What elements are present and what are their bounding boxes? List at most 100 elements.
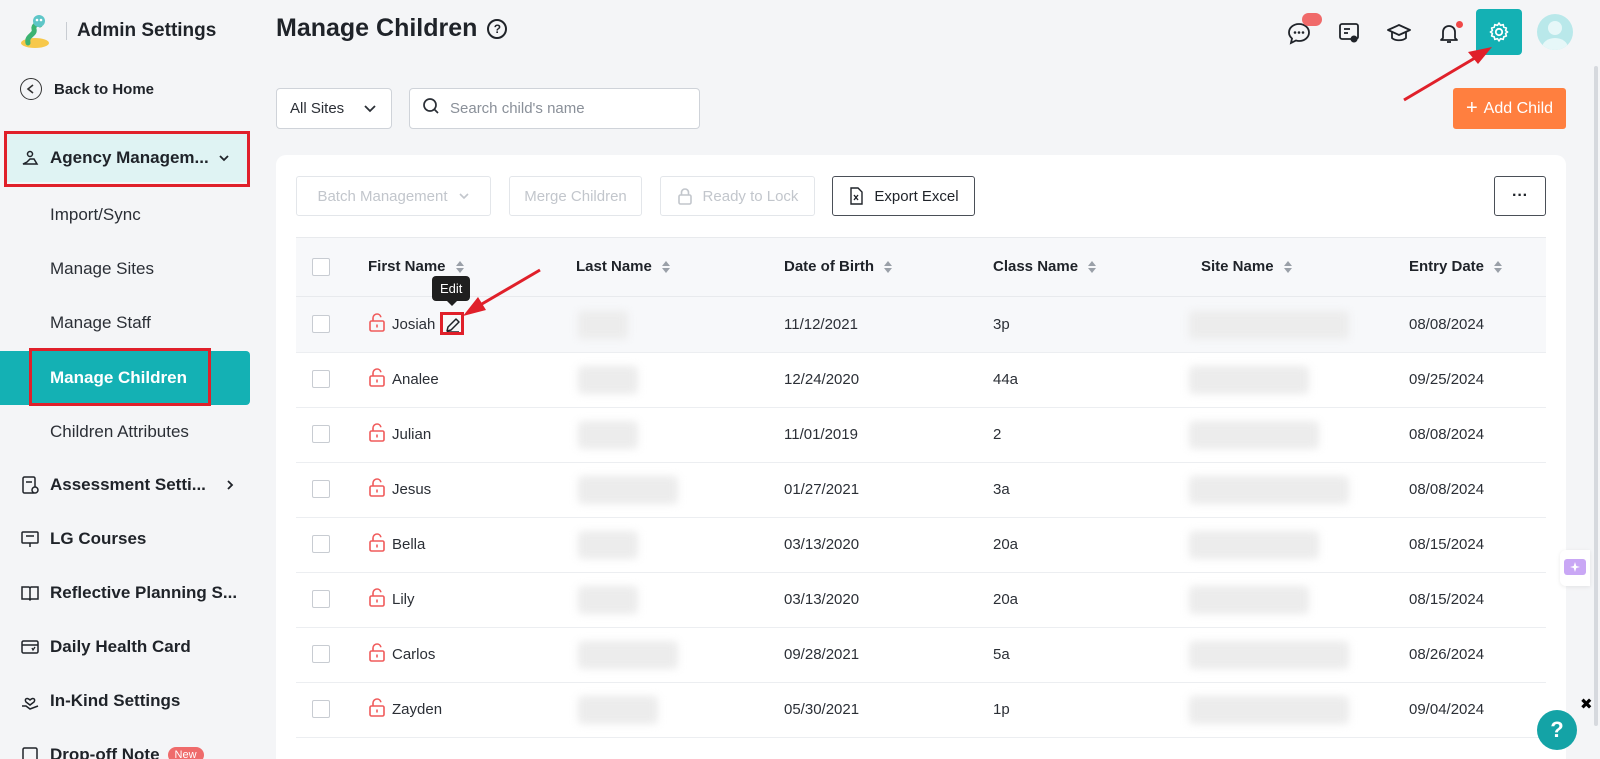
table-row[interactable]: Analee 12/24/2020 44a 09/25/2024 [296, 352, 1546, 408]
chevron-down-icon [363, 101, 377, 119]
export-excel-button[interactable]: Export Excel [832, 176, 975, 216]
header-date-of-birth[interactable]: Date of Birth [784, 258, 892, 275]
more-options-button[interactable]: ··· [1494, 176, 1546, 216]
header-site-name[interactable]: Site Name [1201, 258, 1292, 275]
unlock-icon[interactable] [368, 697, 386, 722]
new-badge: New [167, 747, 204, 759]
sidebar-item-assessment-settings[interactable]: Assessment Setti... [0, 461, 254, 509]
cell-class-name: 20a [993, 591, 1019, 608]
cell-entry-date: 08/08/2024 [1409, 316, 1485, 333]
sort-icon [884, 260, 892, 273]
redacted-site-name [1189, 641, 1349, 669]
sidebar-item-drop-off-note[interactable]: Drop-off Note New [0, 731, 254, 759]
row-checkbox[interactable] [312, 590, 330, 608]
row-checkbox[interactable] [312, 370, 330, 388]
redacted-site-name [1189, 531, 1319, 559]
cell-date-of-birth: 11/12/2021 [784, 316, 858, 333]
back-to-home-link[interactable]: Back to Home [20, 78, 154, 100]
table-row[interactable]: Carlos 09/28/2021 5a 08/26/2024 [296, 627, 1546, 683]
table-row[interactable]: Zayden 05/30/2021 1p 09/04/2024 [296, 682, 1546, 738]
search-box[interactable] [409, 88, 700, 129]
note-icon [20, 745, 40, 759]
site-select[interactable]: All Sites [276, 88, 392, 129]
import-sync-label: Import/Sync [50, 205, 141, 224]
table-row[interactable]: Jesus 01/27/2021 3a 08/08/2024 [296, 462, 1546, 518]
unlock-icon[interactable] [368, 642, 386, 667]
unlock-icon[interactable] [368, 532, 386, 557]
row-checkbox[interactable] [312, 480, 330, 498]
sidebar-item-agency-management[interactable]: Agency Managem... [6, 134, 248, 182]
row-checkbox[interactable] [312, 425, 330, 443]
row-checkbox[interactable] [312, 700, 330, 718]
header-last-name[interactable]: Last Name [576, 258, 670, 275]
chat-icon[interactable] [1276, 10, 1322, 56]
ready-to-lock-button[interactable]: Ready to Lock [660, 176, 815, 216]
select-all-checkbox[interactable] [312, 258, 330, 276]
close-icon[interactable]: ✖ [1580, 695, 1593, 713]
table-row[interactable]: Bella 03/13/2020 20a 08/15/2024 [296, 517, 1546, 573]
row-checkbox[interactable] [312, 315, 330, 333]
edit-icon[interactable] [444, 316, 462, 334]
unlock-icon[interactable] [368, 422, 386, 447]
user-avatar[interactable] [1537, 14, 1573, 50]
table-header: First Name Last Name Date of Birth Class… [296, 237, 1546, 297]
graduation-cap-icon[interactable] [1376, 10, 1422, 56]
ai-assistant-icon[interactable] [1560, 550, 1590, 586]
header-first-name[interactable]: First Name [368, 258, 464, 275]
header-entry-date[interactable]: Entry Date [1409, 258, 1503, 275]
manage-children-label: Manage Children [50, 368, 187, 387]
search-icon [422, 97, 440, 120]
sidebar-item-manage-children[interactable]: Manage Children [0, 351, 250, 405]
sidebar-item-manage-staff[interactable]: Manage Staff [0, 296, 250, 350]
bell-icon[interactable] [1426, 10, 1472, 56]
redacted-last-name [578, 696, 658, 724]
unlock-icon[interactable] [368, 367, 386, 392]
cell-date-of-birth: 11/01/2019 [784, 426, 858, 443]
edit-tooltip: Edit [432, 276, 471, 306]
sidebar-item-in-kind-settings[interactable]: In-Kind Settings [0, 677, 254, 725]
sidebar-item-reflective-planning[interactable]: Reflective Planning S... [0, 569, 254, 617]
redacted-last-name [578, 586, 638, 614]
unlock-icon[interactable] [368, 477, 386, 502]
header-dob-label: Date of Birth [784, 258, 874, 275]
unlock-icon[interactable] [368, 587, 386, 612]
add-child-button[interactable]: + Add Child [1453, 88, 1566, 129]
row-checkbox[interactable] [312, 535, 330, 553]
search-input[interactable] [450, 100, 690, 117]
brand: Admin Settings [18, 12, 216, 50]
merge-children-button[interactable]: Merge Children [509, 176, 642, 216]
daily-health-card-label: Daily Health Card [50, 637, 191, 656]
batch-management-dropdown[interactable]: Batch Management [296, 176, 491, 216]
header-class-name[interactable]: Class Name [993, 258, 1097, 275]
sidebar-item-daily-health-card[interactable]: Daily Health Card [0, 623, 254, 671]
page-scrollbar[interactable] [1594, 66, 1598, 726]
cell-class-name: 1p [993, 701, 1010, 718]
table-row[interactable]: Lily 03/13/2020 20a 08/15/2024 [296, 572, 1546, 628]
help-icon[interactable]: ? [487, 18, 508, 39]
chevron-right-icon [220, 475, 240, 495]
add-child-label: Add Child [1483, 99, 1554, 117]
sidebar-item-manage-sites[interactable]: Manage Sites [0, 242, 250, 296]
sidebar-item-lg-courses[interactable]: LG Courses [0, 515, 254, 563]
row-checkbox[interactable] [312, 645, 330, 663]
ready-to-lock-label: Ready to Lock [702, 187, 799, 205]
cell-first-name: Carlos [392, 646, 436, 663]
header-entry-label: Entry Date [1409, 258, 1485, 275]
report-icon[interactable] [1326, 10, 1372, 56]
header-last-name-label: Last Name [576, 258, 652, 275]
sidebar-item-children-attributes[interactable]: Children Attributes [0, 405, 250, 459]
page-title-text: Manage Children [276, 14, 478, 42]
in-kind-settings-label: In-Kind Settings [50, 691, 181, 710]
merge-children-label: Merge Children [524, 187, 627, 205]
sidebar-item-import-sync[interactable]: Import/Sync [0, 188, 250, 242]
unlock-icon[interactable] [368, 312, 386, 337]
table-row[interactable]: Julian 11/01/2019 2 08/08/2024 [296, 407, 1546, 463]
settings-gear-button[interactable] [1476, 9, 1522, 55]
table-row[interactable]: Josiah 11/12/2021 3p 08/08/2024 [296, 297, 1546, 353]
header-site-label: Site Name [1201, 258, 1274, 275]
excel-icon [850, 187, 864, 205]
cell-first-name: Lily [392, 591, 415, 608]
cell-first-name: Bella [392, 536, 426, 553]
redacted-site-name [1189, 586, 1309, 614]
help-fab-button[interactable]: ? [1537, 710, 1577, 750]
